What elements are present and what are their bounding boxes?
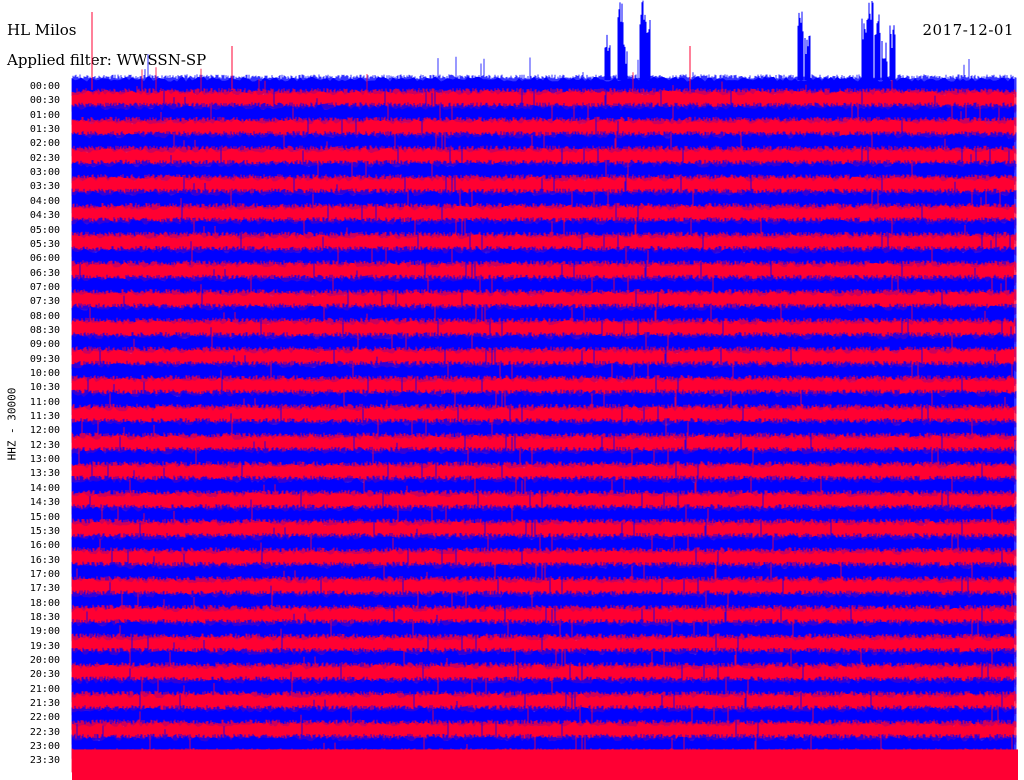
event-burst xyxy=(889,25,896,80)
event-burst xyxy=(604,34,611,80)
seismogram-plot xyxy=(71,0,1018,780)
event-burst xyxy=(874,14,881,80)
event-burst xyxy=(861,18,868,80)
event-burst xyxy=(639,0,646,80)
event-burst xyxy=(644,20,651,80)
event-burst xyxy=(867,1,874,80)
event-burst xyxy=(797,11,804,80)
event-burst xyxy=(881,41,888,80)
last-row-fill xyxy=(72,749,1018,780)
event-burst xyxy=(804,35,811,80)
event-burst xyxy=(621,44,628,80)
